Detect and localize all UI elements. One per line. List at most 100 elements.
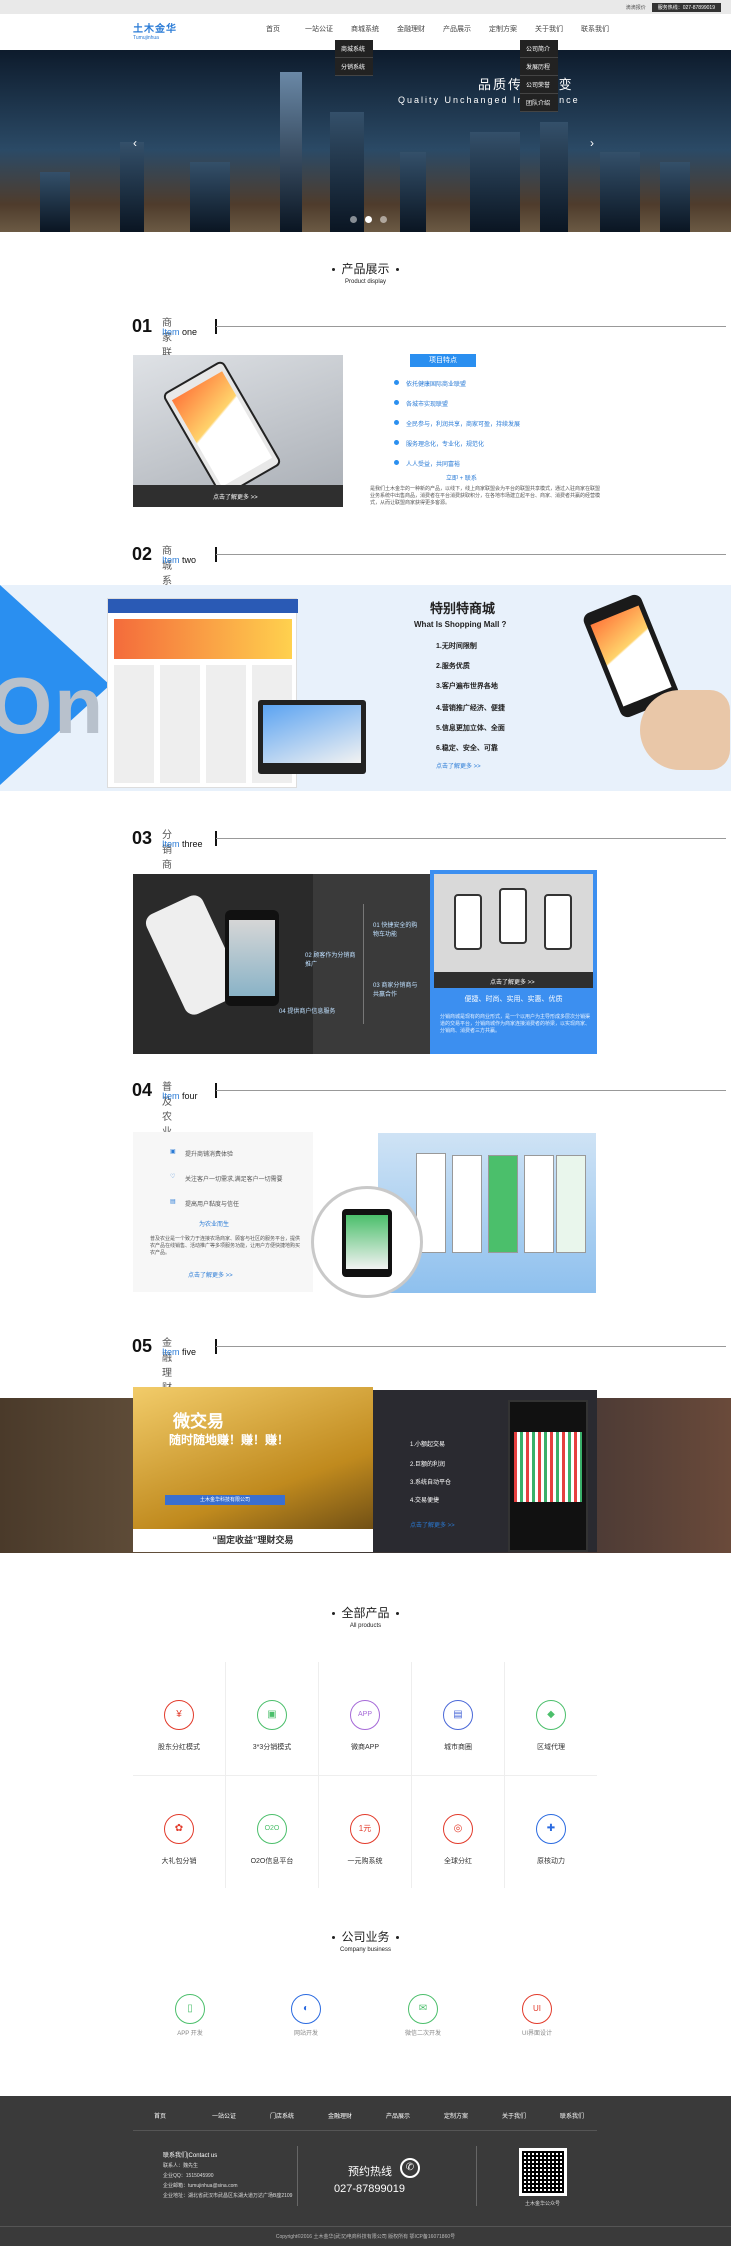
more-link[interactable]: 立即 + 联系: [446, 473, 477, 482]
nav-contact[interactable]: 联系我们: [572, 24, 618, 34]
product-label: 3*3分销模式: [252, 1744, 292, 1751]
keywords: 便捷、时尚、实用、实惠、优质: [464, 996, 563, 1003]
phone-image: [454, 894, 482, 950]
section-subtitle: Company business: [339, 1947, 392, 1953]
more-link[interactable]: 为农业而生: [199, 1219, 229, 1228]
footer-link[interactable]: 首页: [154, 2111, 212, 2120]
item-number: 01: [132, 316, 153, 336]
nav-mall[interactable]: 商城系统: [342, 24, 388, 34]
nav-solutions[interactable]: 定制方案: [480, 24, 526, 34]
point-item: 1.无时间限制: [436, 643, 477, 650]
service-wechat[interactable]: ✉ 微信二次开发: [383, 1994, 463, 2037]
next-arrow-icon[interactable]: ›: [590, 136, 594, 150]
dropdown-item[interactable]: 商城系统: [335, 40, 373, 58]
nav-products[interactable]: 产品展示: [434, 24, 480, 34]
slider-dot[interactable]: [380, 216, 387, 223]
product-city[interactable]: ▤ 城市商圈: [412, 1662, 504, 1774]
point-item: 4.交易便捷: [410, 1498, 440, 1504]
product-distribution[interactable]: ▣ 3*3分销模式: [226, 1662, 318, 1774]
nav-finance[interactable]: 金融理财: [388, 24, 434, 34]
footer-link[interactable]: 金融理财: [328, 2111, 386, 2120]
learn-more-link[interactable]: 点击了解更多 >>: [490, 977, 535, 986]
product-power[interactable]: ✚ 原核动力: [505, 1776, 597, 1888]
finance-tag: 土木金华科技有限公司: [165, 1495, 285, 1505]
point-item: 1.小额起交易: [410, 1442, 446, 1448]
laptop-screen: [263, 705, 361, 763]
point-item: 02 顾客作为分销商推广: [305, 953, 356, 968]
qr-label: 土木金华公众号: [525, 2201, 561, 2207]
item-number: 03: [132, 828, 153, 848]
products-title: 产品展示 Product display: [0, 260, 731, 285]
topbar-link[interactable]: 滴滴报价: [626, 4, 646, 11]
hand-image: [640, 690, 730, 770]
service-app[interactable]: ▯ APP 开发: [150, 1994, 230, 2037]
building: [540, 122, 568, 232]
product-label: 微商APP: [350, 1744, 379, 1751]
timeline: [363, 904, 364, 1024]
site-footer: 首页 一站公证 门店系统 金融理财 产品展示 定制方案 关于我们 联系我们 联系…: [0, 2096, 731, 2246]
product-o2o[interactable]: O2O O2O信息平台: [226, 1776, 318, 1888]
product-one-yuan[interactable]: 1元 一元购系统: [319, 1776, 411, 1888]
service-ui[interactable]: UI UI界面设计: [497, 1994, 577, 2037]
footer-divider: [133, 2130, 597, 2131]
point-item: 3.系统自动平仓: [410, 1480, 452, 1486]
product-agent[interactable]: ◆ 区域代理: [505, 1662, 597, 1774]
footer-link[interactable]: 定制方案: [444, 2111, 502, 2120]
agri-point: 提升商铺消费体验: [185, 1152, 234, 1158]
dropdown-item[interactable]: 公司简介: [520, 40, 558, 58]
product-global[interactable]: ◎ 全球分红: [412, 1776, 504, 1888]
prev-arrow-icon[interactable]: ‹: [133, 136, 137, 150]
service-web[interactable]: ◐ 网站开发: [266, 1994, 346, 2037]
footer-link[interactable]: 门店系统: [270, 2111, 328, 2120]
dropdown-item[interactable]: 分销系统: [335, 58, 373, 76]
learn-more-link[interactable]: 点击了解更多 >>: [410, 1520, 455, 1529]
features-badge: 项目特点: [410, 354, 476, 367]
nav-notary[interactable]: 一站公证: [296, 24, 342, 34]
trading-chart: [514, 1432, 582, 1502]
phone-image: [342, 1209, 392, 1277]
learn-more-link[interactable]: 点击了解更多 >>: [188, 1270, 233, 1279]
footer-link[interactable]: 联系我们: [560, 2111, 618, 2120]
all-products-title: 全部产品 All products: [0, 1604, 731, 1629]
footer-divider: [0, 2226, 731, 2227]
product-app[interactable]: APP 微商APP: [319, 1662, 411, 1774]
nav-about[interactable]: 关于我们: [526, 24, 572, 34]
item-description: 普及农业是一个致力于连接农场商家、顾客与社区的服务平台，提供农产品在线销售、活动…: [150, 1236, 301, 1256]
agri-point: 提高用户黏度与信任: [185, 1202, 240, 1208]
main-nav: 首页 一站公证 商城系统 金融理财 产品展示 定制方案 关于我们 联系我们: [250, 24, 618, 34]
shop-icon: ▤: [170, 1199, 176, 1205]
footer-nav: 首页 一站公证 门店系统 金融理财 产品展示 定制方案 关于我们 联系我们: [154, 2111, 618, 2120]
globe-icon: ◎: [443, 1814, 473, 1844]
footer-link[interactable]: 产品展示: [386, 2111, 444, 2120]
top-bar: 滴滴报价 服务热线：027-87899019: [0, 0, 731, 14]
o2o-icon: O2O: [257, 1814, 287, 1844]
building: [40, 172, 70, 232]
product-gift[interactable]: ✿ 大礼包分销: [133, 1776, 225, 1888]
dropdown-item[interactable]: 公司荣誉: [520, 76, 558, 94]
service-label: APP 开发: [177, 2031, 203, 2037]
footer-link[interactable]: 关于我们: [502, 2111, 560, 2120]
learn-more-link[interactable]: 点击了解更多 >>: [436, 761, 481, 770]
learn-more-link[interactable]: 点击了解更多 >>: [213, 492, 258, 501]
nav-home[interactable]: 首页: [250, 24, 296, 34]
dropdown-item[interactable]: 发展历程: [520, 58, 558, 76]
mall-dropdown: 商城系统 分销系统: [335, 40, 373, 76]
phone-image: [499, 888, 527, 944]
product-dividend[interactable]: ¥ 股东分红模式: [133, 1662, 225, 1774]
distribution-card: 点击了解更多 >> 便捷、时尚、实用、实惠、优质 分销商城是现有的商业形式，是一…: [430, 870, 597, 1054]
slider-dot-active[interactable]: [365, 216, 372, 223]
finance-title: 微交易: [173, 1412, 224, 1431]
dropdown-item[interactable]: 团队介绍: [520, 94, 558, 112]
hotline-number: 027-87899019: [334, 2183, 405, 2195]
footer-link[interactable]: 一站公证: [212, 2111, 270, 2120]
slider-dot[interactable]: [350, 216, 357, 223]
ui-icon: UI: [522, 1994, 552, 2024]
logo[interactable]: 土木金华 Tumujinhua: [133, 20, 177, 41]
logo-subtext: Tumujinhua: [133, 35, 159, 41]
phone-image: [488, 1155, 518, 1253]
qr-code: [519, 2148, 567, 2196]
distribution-icon: ▣: [257, 1700, 287, 1730]
product-label: 区域代理: [537, 1744, 565, 1751]
building: [280, 72, 302, 232]
dividend-icon: ¥: [164, 1700, 194, 1730]
